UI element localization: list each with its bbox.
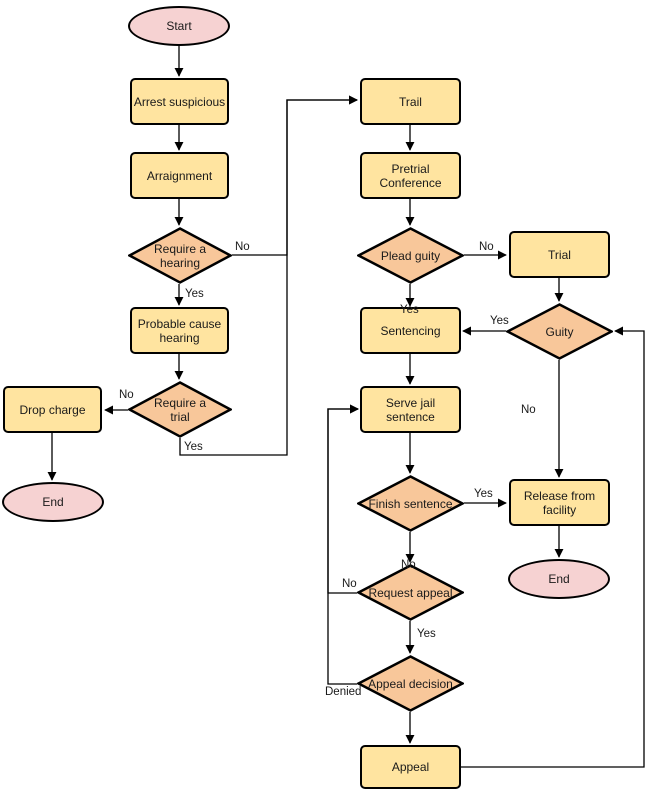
- edge-label-lbl-hearing-no: No: [235, 241, 250, 253]
- flowchart-canvas: Start Arrest suspicious Arraignment Require…: [0, 0, 653, 792]
- node-trial[interactable]: Trial: [509, 231, 610, 278]
- node-label: Arrest suspicious: [133, 94, 226, 109]
- edge-label-lbl-hearing-yes: Yes: [185, 288, 204, 300]
- node-label: Serve jail sentence: [385, 395, 436, 424]
- edge-appeal-guilty: [461, 326, 645, 768]
- node-label: Trail: [399, 94, 422, 109]
- diamond-shape: [128, 227, 232, 284]
- node-end-left[interactable]: End: [2, 482, 104, 522]
- node-appeal-decision[interactable]: Appeal decision: [357, 655, 464, 712]
- diamond-shape: [357, 475, 464, 532]
- node-drop-charge[interactable]: Drop charge: [3, 386, 102, 433]
- diamond-shape: [357, 655, 464, 712]
- edge-label-lbl-finish-no: No: [401, 559, 416, 571]
- node-label: Start: [166, 19, 192, 33]
- edge-label-lbl-guilty-yes: Yes: [490, 315, 509, 327]
- diamond-shape: [128, 381, 232, 438]
- edge-label-lbl-guilty-no: No: [521, 404, 536, 416]
- node-label: Probable cause hearing: [137, 316, 222, 345]
- edge-decision-denied: [327, 404, 359, 685]
- edge-label-lbl-appeal-denied: Denied: [325, 686, 362, 698]
- edge-hearing-no: [232, 95, 358, 256]
- diamond-shape: [506, 303, 613, 360]
- edge-label-lbl-appeal-req-yes: Yes: [417, 628, 436, 640]
- edge-request-no: [327, 404, 359, 594]
- node-label: Trial: [548, 247, 571, 262]
- edge-label-lbl-plead-no: No: [479, 241, 494, 253]
- node-end-right[interactable]: End: [508, 559, 610, 599]
- node-label: Release from facility: [523, 488, 596, 517]
- node-label: End: [42, 495, 64, 509]
- diamond-shape: [357, 564, 464, 621]
- edge-label-lbl-appeal-req-no: No: [342, 578, 357, 590]
- node-release[interactable]: Release from facility: [509, 479, 610, 526]
- edge-label-lbl-trial-no: No: [119, 389, 134, 401]
- node-guilty[interactable]: Guity: [506, 303, 613, 360]
- node-require-hearing[interactable]: Require a hearing: [128, 227, 232, 284]
- edge-label-lbl-plead-yes: Yes: [400, 304, 419, 316]
- node-label: End: [548, 572, 570, 586]
- node-serve-jail[interactable]: Serve jail sentence: [360, 386, 461, 433]
- edge-label-lbl-finish-yes: Yes: [474, 488, 493, 500]
- node-label: Drop charge: [19, 402, 86, 417]
- node-require-trial[interactable]: Require a trial: [128, 381, 232, 438]
- node-label: Pretrial Conference: [379, 161, 442, 190]
- node-arrest[interactable]: Arrest suspicious: [130, 78, 229, 125]
- node-start[interactable]: Start: [128, 6, 230, 46]
- node-plead-guilty[interactable]: Plead guity: [357, 227, 464, 284]
- node-appeal[interactable]: Appeal: [360, 745, 461, 789]
- node-probable-cause[interactable]: Probable cause hearing: [130, 307, 229, 354]
- node-arraignment[interactable]: Arraignment: [130, 152, 229, 199]
- edge-label-lbl-trial-yes: Yes: [184, 441, 203, 453]
- node-request-appeal[interactable]: Request appeal: [357, 564, 464, 621]
- node-finish-sentence[interactable]: Finish sentence: [357, 475, 464, 532]
- node-label: Sentencing: [380, 323, 441, 338]
- node-label: Appeal: [391, 760, 430, 774]
- node-trail[interactable]: Trail: [360, 78, 461, 125]
- diamond-shape: [357, 227, 464, 284]
- node-label: Arraignment: [146, 168, 213, 183]
- node-pretrial[interactable]: Pretrial Conference: [360, 152, 461, 199]
